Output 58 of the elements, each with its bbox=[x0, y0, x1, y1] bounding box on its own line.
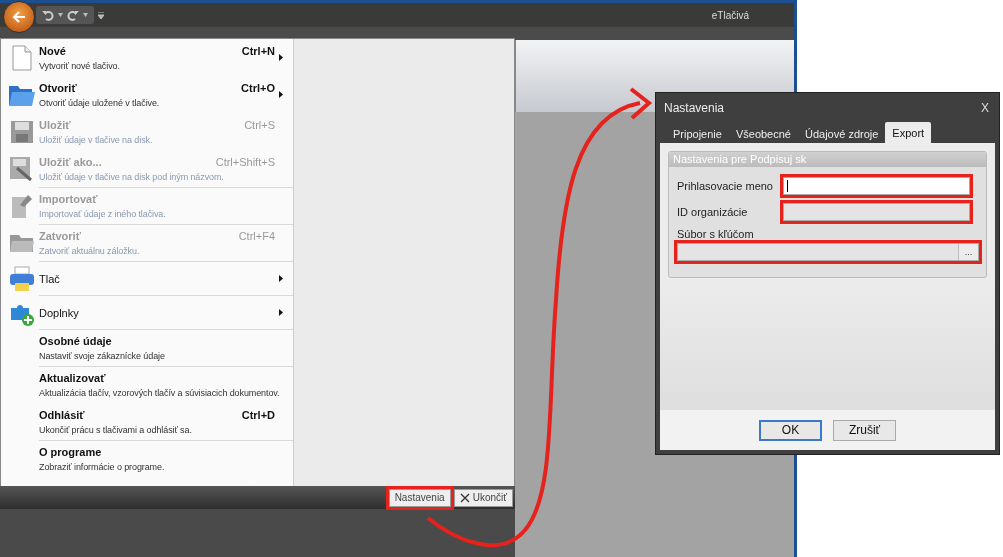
menu-item-title: Importovať bbox=[39, 193, 98, 205]
menu-item[interactable]: Odhlásiť Ctrl+D Ukončiť prácu s tlačivami a odhlásiť sa. bbox=[1, 403, 293, 440]
floppy-pen-icon bbox=[9, 155, 35, 182]
dialog-button[interactable]: OK bbox=[759, 419, 822, 441]
document-icon bbox=[11, 44, 33, 71]
menu-item[interactable]: Nové Ctrl+N Vytvoriť nové tlačivo. bbox=[1, 39, 293, 76]
dialog-title: Nastavenia bbox=[664, 100, 725, 115]
menu-item-description: Vytvoriť nové tlačivo. bbox=[39, 60, 120, 71]
folder-icon bbox=[9, 233, 35, 253]
menu-item-title: Osobné údaje bbox=[39, 335, 112, 347]
menu-item-title: Odhlásiť bbox=[39, 408, 85, 421]
shortcut-label: Ctrl+F4 bbox=[238, 230, 275, 242]
shortcut-label: Ctrl+S bbox=[244, 118, 275, 131]
exit-button[interactable]: Ukončiť bbox=[453, 488, 513, 507]
menu-item-description: Importovať údaje z iného tlačiva. bbox=[39, 209, 166, 219]
menu-item-title: Nové bbox=[39, 44, 66, 57]
undo-icon[interactable] bbox=[42, 9, 54, 21]
shortcut-label: Ctrl+D bbox=[241, 408, 275, 421]
menu-item-description: Ukončiť prácu s tlačivami a odhlásiť sa. bbox=[39, 424, 192, 435]
close-icon bbox=[459, 492, 470, 503]
tab[interactable]: Všeobecné bbox=[728, 124, 798, 143]
tab[interactable]: Údajové zdroje bbox=[797, 124, 886, 143]
caret-icon[interactable] bbox=[58, 13, 63, 17]
menu-item-title: Tlač bbox=[39, 272, 60, 285]
printer-icon bbox=[9, 265, 35, 292]
field-label: Prihlasovacie meno bbox=[677, 180, 774, 192]
shortcut-label: Ctrl+N bbox=[241, 44, 275, 57]
close-button[interactable]: X bbox=[981, 100, 989, 115]
menu-item-title: Uložiť bbox=[39, 118, 71, 131]
field-label: ID organizácie bbox=[677, 206, 749, 218]
menu-item-title: Zatvoriť bbox=[39, 230, 81, 242]
menu-item-description: Uložiť údaje v tlačive na disk pod iným názvom. bbox=[39, 171, 224, 182]
menu-item-description: Zobraziť informácie o programe. bbox=[39, 462, 165, 472]
menu-item-title: Uložiť ako... bbox=[39, 155, 102, 168]
tab[interactable]: Export bbox=[885, 122, 932, 143]
shortcut-label: Ctrl+Shift+S bbox=[215, 155, 275, 168]
menu-item-description: Nastaviť svoje zákaznícke údaje bbox=[39, 351, 165, 361]
redo-icon[interactable] bbox=[67, 9, 79, 21]
settings-button[interactable]: Nastavenia bbox=[388, 488, 451, 507]
shortcut-label: Ctrl+O bbox=[241, 81, 275, 94]
import-icon bbox=[10, 193, 34, 219]
tab[interactable]: Pripojenie bbox=[666, 124, 729, 143]
window-title: eTlačivá bbox=[711, 9, 749, 21]
customize-icon[interactable] bbox=[98, 11, 104, 19]
menu-item-description: Otvoriť údaje uložené v tlačive. bbox=[39, 97, 160, 108]
back-arrow-icon bbox=[12, 11, 26, 23]
field-label: Súbor s kľúčom bbox=[677, 228, 755, 240]
menu-item-title: Doplnky bbox=[39, 306, 79, 319]
input-field[interactable] bbox=[783, 177, 970, 195]
menu-item-title: Aktualizovať bbox=[39, 372, 106, 384]
menu-item-description: Uložiť údaje v tlačive na disk. bbox=[39, 134, 153, 145]
menu-item-title: Otvoriť bbox=[39, 81, 77, 94]
menu-item[interactable]: Otvoriť Ctrl+O Otvoriť údaje uložené v tlačive. bbox=[1, 76, 293, 113]
menu-item-description: Zatvoriť aktuálnu záložku. bbox=[39, 246, 140, 256]
menu-item-title: O programe bbox=[39, 446, 102, 458]
caret-icon[interactable] bbox=[83, 13, 88, 17]
menu-item-description: Aktualizácia tlačív, vzorových tlačív a súvisiacich dokumentov. bbox=[39, 388, 280, 398]
dialog-button[interactable]: Zrušiť bbox=[833, 419, 896, 441]
